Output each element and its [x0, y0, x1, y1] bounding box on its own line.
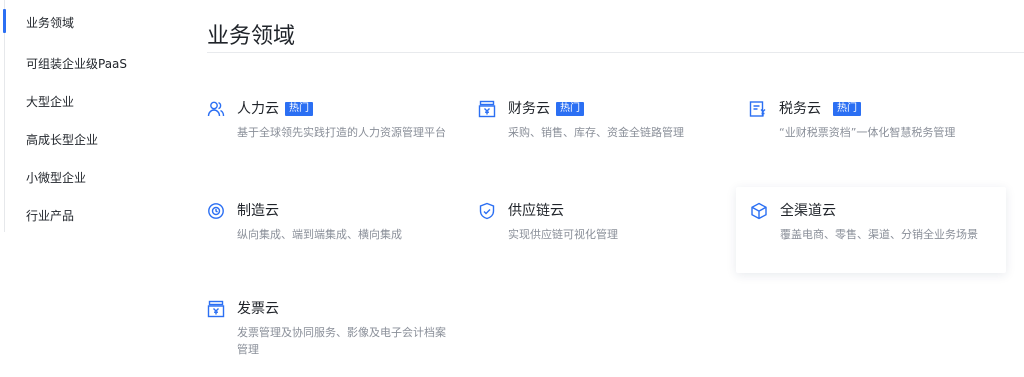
card-hr-cloud-name: 人力云	[237, 101, 279, 117]
manufacturing-gear-icon	[207, 202, 225, 220]
card-finance-cloud-desc: 采购、销售、库存、资金全链路管理	[508, 126, 684, 139]
card-hr-cloud-desc: 基于全球领先实践打造的人力资源管理平台	[237, 126, 446, 139]
hot-badge: 热门	[285, 102, 313, 116]
cube-icon	[750, 202, 768, 220]
card-tax-cloud[interactable]: 税务云 热门 “业财税票资档”一体化智慧税务管理	[749, 100, 1019, 145]
card-omnichannel-cloud[interactable]: 全渠道云 覆盖电商、零售、渠道、分销全业务场景	[736, 187, 1006, 273]
card-manufacturing-cloud-desc: 纵向集成、端到端集成、横向集成	[237, 228, 402, 241]
card-manufacturing-cloud[interactable]: 制造云 纵向集成、端到端集成、横向集成	[207, 202, 477, 247]
shield-icon	[478, 202, 496, 220]
card-tax-cloud-desc: “业财税票资档”一体化智慧税务管理	[779, 126, 956, 139]
finance-box-icon	[478, 100, 496, 118]
people-icon	[207, 100, 225, 118]
card-finance-cloud-name: 财务云	[508, 101, 550, 117]
card-tax-cloud-name: 税务云	[779, 101, 821, 117]
sidebar-item-business-domain[interactable]: 业务领域	[26, 14, 74, 31]
card-supply-chain-cloud-name: 供应链云	[508, 203, 564, 219]
hot-badge: 热门	[833, 102, 861, 116]
card-omnichannel-cloud-name: 全渠道云	[780, 203, 836, 219]
card-invoice-cloud-name: 发票云	[237, 301, 279, 317]
card-omnichannel-cloud-desc: 覆盖电商、零售、渠道、分销全业务场景	[780, 228, 978, 241]
invoice-box-icon	[207, 300, 225, 318]
hot-badge: 热门	[556, 102, 584, 116]
card-invoice-cloud[interactable]: 发票云 发票管理及协同服务、影像及电子会计档案管理	[207, 300, 477, 362]
sidebar-item-paas[interactable]: 可组装企业级PaaS	[26, 55, 127, 72]
title-divider	[207, 52, 1024, 53]
page-title: 业务领域	[207, 24, 296, 49]
card-invoice-cloud-desc: 发票管理及协同服务、影像及电子会计档案管理	[237, 326, 446, 356]
sidebar-rail	[4, 0, 5, 232]
sidebar-item-small-micro[interactable]: 小微型企业	[26, 169, 86, 186]
tax-document-icon	[749, 100, 767, 118]
card-supply-chain-cloud-desc: 实现供应链可视化管理	[508, 228, 618, 241]
card-supply-chain-cloud[interactable]: 供应链云 实现供应链可视化管理	[478, 202, 748, 247]
card-finance-cloud[interactable]: 财务云 热门 采购、销售、库存、资金全链路管理	[478, 100, 748, 145]
sidebar-item-large-enterprise[interactable]: 大型企业	[26, 93, 74, 110]
sidebar-item-high-growth[interactable]: 高成长型企业	[26, 131, 98, 148]
card-hr-cloud[interactable]: 人力云 热门 基于全球领先实践打造的人力资源管理平台	[207, 100, 477, 160]
sidebar-nav: 业务领域 可组装企业级PaaS 大型企业 高成长型企业 小微型企业 行业产品	[0, 0, 150, 232]
sidebar-item-industry-products[interactable]: 行业产品	[26, 207, 74, 224]
card-manufacturing-cloud-name: 制造云	[237, 203, 279, 219]
sidebar-active-indicator	[3, 9, 6, 33]
